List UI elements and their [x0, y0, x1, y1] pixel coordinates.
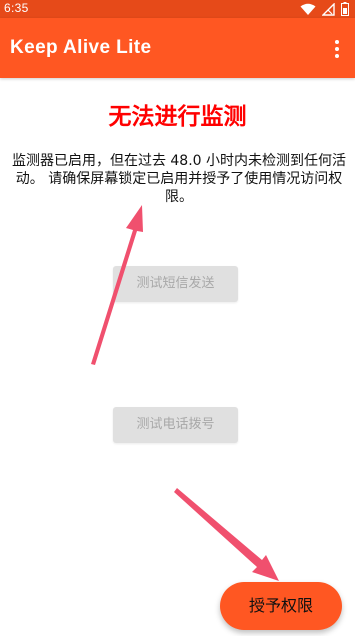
battery-icon [341, 2, 349, 16]
more-vert-icon[interactable] [329, 38, 345, 60]
annotation-arrows [91, 205, 279, 581]
app-title: Keep Alive Lite [10, 37, 152, 58]
status-message: 监测器已启用，但在过去 48.0 小时内未检测到任何活动。 请确保屏幕锁定已启用… [11, 153, 347, 205]
grant-permission-button[interactable]: 授予权限 [220, 582, 342, 630]
app-bar: Keep Alive Lite [0, 18, 355, 78]
status-bar: 6:35 [0, 0, 355, 18]
test-call-button[interactable]: 测试电话拨号 [113, 407, 238, 443]
wifi-icon [300, 3, 316, 16]
status-headline: 无法进行监测 [108, 104, 247, 130]
arrow-to-grant-button [174, 488, 279, 581]
status-icons [300, 2, 349, 16]
no-sim-icon [322, 2, 335, 16]
status-time: 6:35 [4, 1, 29, 15]
test-sms-button[interactable]: 测试短信发送 [113, 266, 238, 302]
